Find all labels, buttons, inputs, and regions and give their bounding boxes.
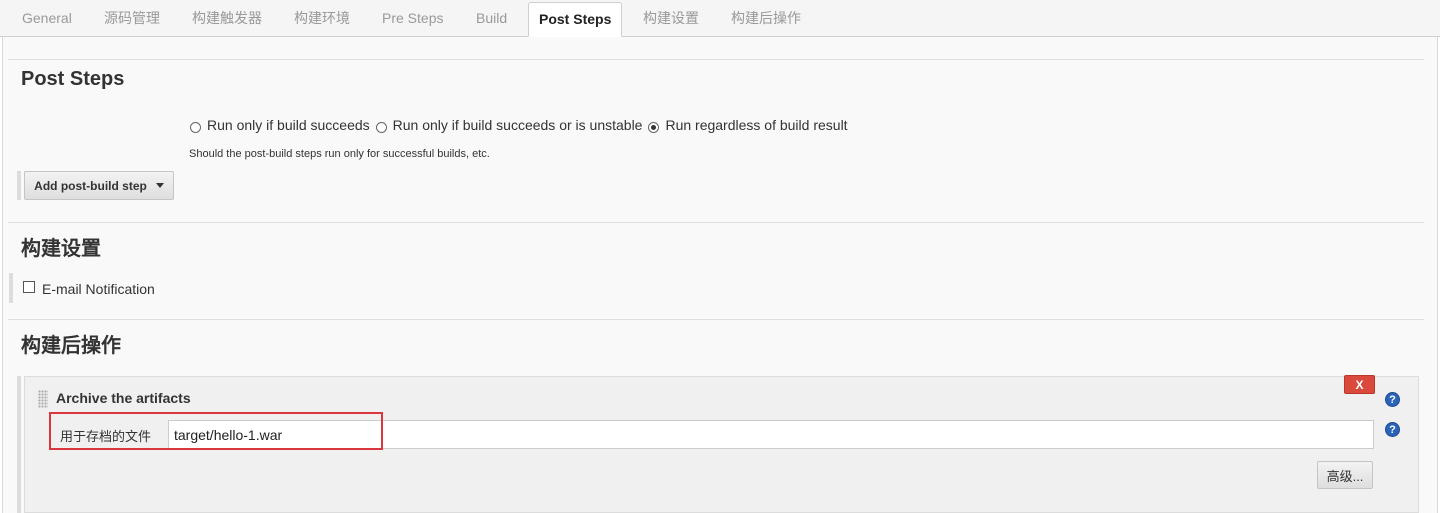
help-icon[interactable]: ? <box>1385 422 1400 437</box>
tab-post-build-actions[interactable]: 构建后操作 <box>731 0 801 37</box>
build-settings-title: 构建设置 <box>21 238 101 260</box>
highlight-box <box>49 412 383 450</box>
section-divider <box>8 59 1424 60</box>
tab-build[interactable]: Build <box>476 0 507 37</box>
radio-label: Run only if build succeeds <box>207 117 370 133</box>
section-divider <box>8 222 1424 223</box>
chevron-down-icon <box>155 183 164 188</box>
advanced-button[interactable]: 高级... <box>1317 461 1373 489</box>
tab-pre-steps[interactable]: Pre Steps <box>382 0 443 37</box>
step-indent-bar <box>17 171 21 200</box>
post-build-actions-title: 构建后操作 <box>21 335 121 357</box>
delete-step-button[interactable]: X <box>1344 375 1375 394</box>
radio-button[interactable] <box>190 121 201 133</box>
post-steps-options: Run only if build succeeds Run only if b… <box>190 117 854 133</box>
email-notification-checkbox[interactable] <box>23 281 35 293</box>
post-steps-title: Post Steps <box>21 68 125 90</box>
archive-artifacts-title: Archive the artifacts <box>56 390 191 406</box>
tab-post-steps[interactable]: Post Steps <box>528 2 623 37</box>
radio-button-selected[interactable] <box>648 121 660 133</box>
radio-option-regardless[interactable]: Run regardless of build result <box>648 117 848 133</box>
post-build-indent-bar <box>17 376 21 513</box>
radio-option-success[interactable]: Run only if build succeeds <box>190 117 370 133</box>
section-divider <box>8 319 1424 320</box>
add-post-build-step-label: Add post-build step <box>34 178 147 193</box>
tab-source-management[interactable]: 源码管理 <box>104 0 160 37</box>
radio-button[interactable] <box>375 121 387 133</box>
radio-option-unstable[interactable]: Run only if build succeeds or is unstabl… <box>375 117 643 133</box>
tab-build-triggers[interactable]: 构建触发器 <box>192 0 262 37</box>
radio-label: Run only if build succeeds or is unstabl… <box>392 117 643 133</box>
email-notification-label: E-mail Notification <box>42 281 155 297</box>
settings-indent-bar <box>9 273 13 303</box>
post-steps-help-text: Should the post-build steps run only for… <box>189 148 490 160</box>
help-icon[interactable]: ? <box>1385 392 1400 407</box>
tab-build-environment[interactable]: 构建环境 <box>294 0 350 37</box>
add-post-build-step-button[interactable]: Add post-build step <box>24 171 174 200</box>
radio-label: Run regardless of build result <box>665 117 848 133</box>
drag-handle-icon[interactable] <box>38 390 48 408</box>
tab-bar: General 源码管理 构建触发器 构建环境 Pre Steps Build … <box>0 0 1440 37</box>
tab-general[interactable]: General <box>22 0 72 37</box>
tab-build-settings[interactable]: 构建设置 <box>643 0 699 37</box>
